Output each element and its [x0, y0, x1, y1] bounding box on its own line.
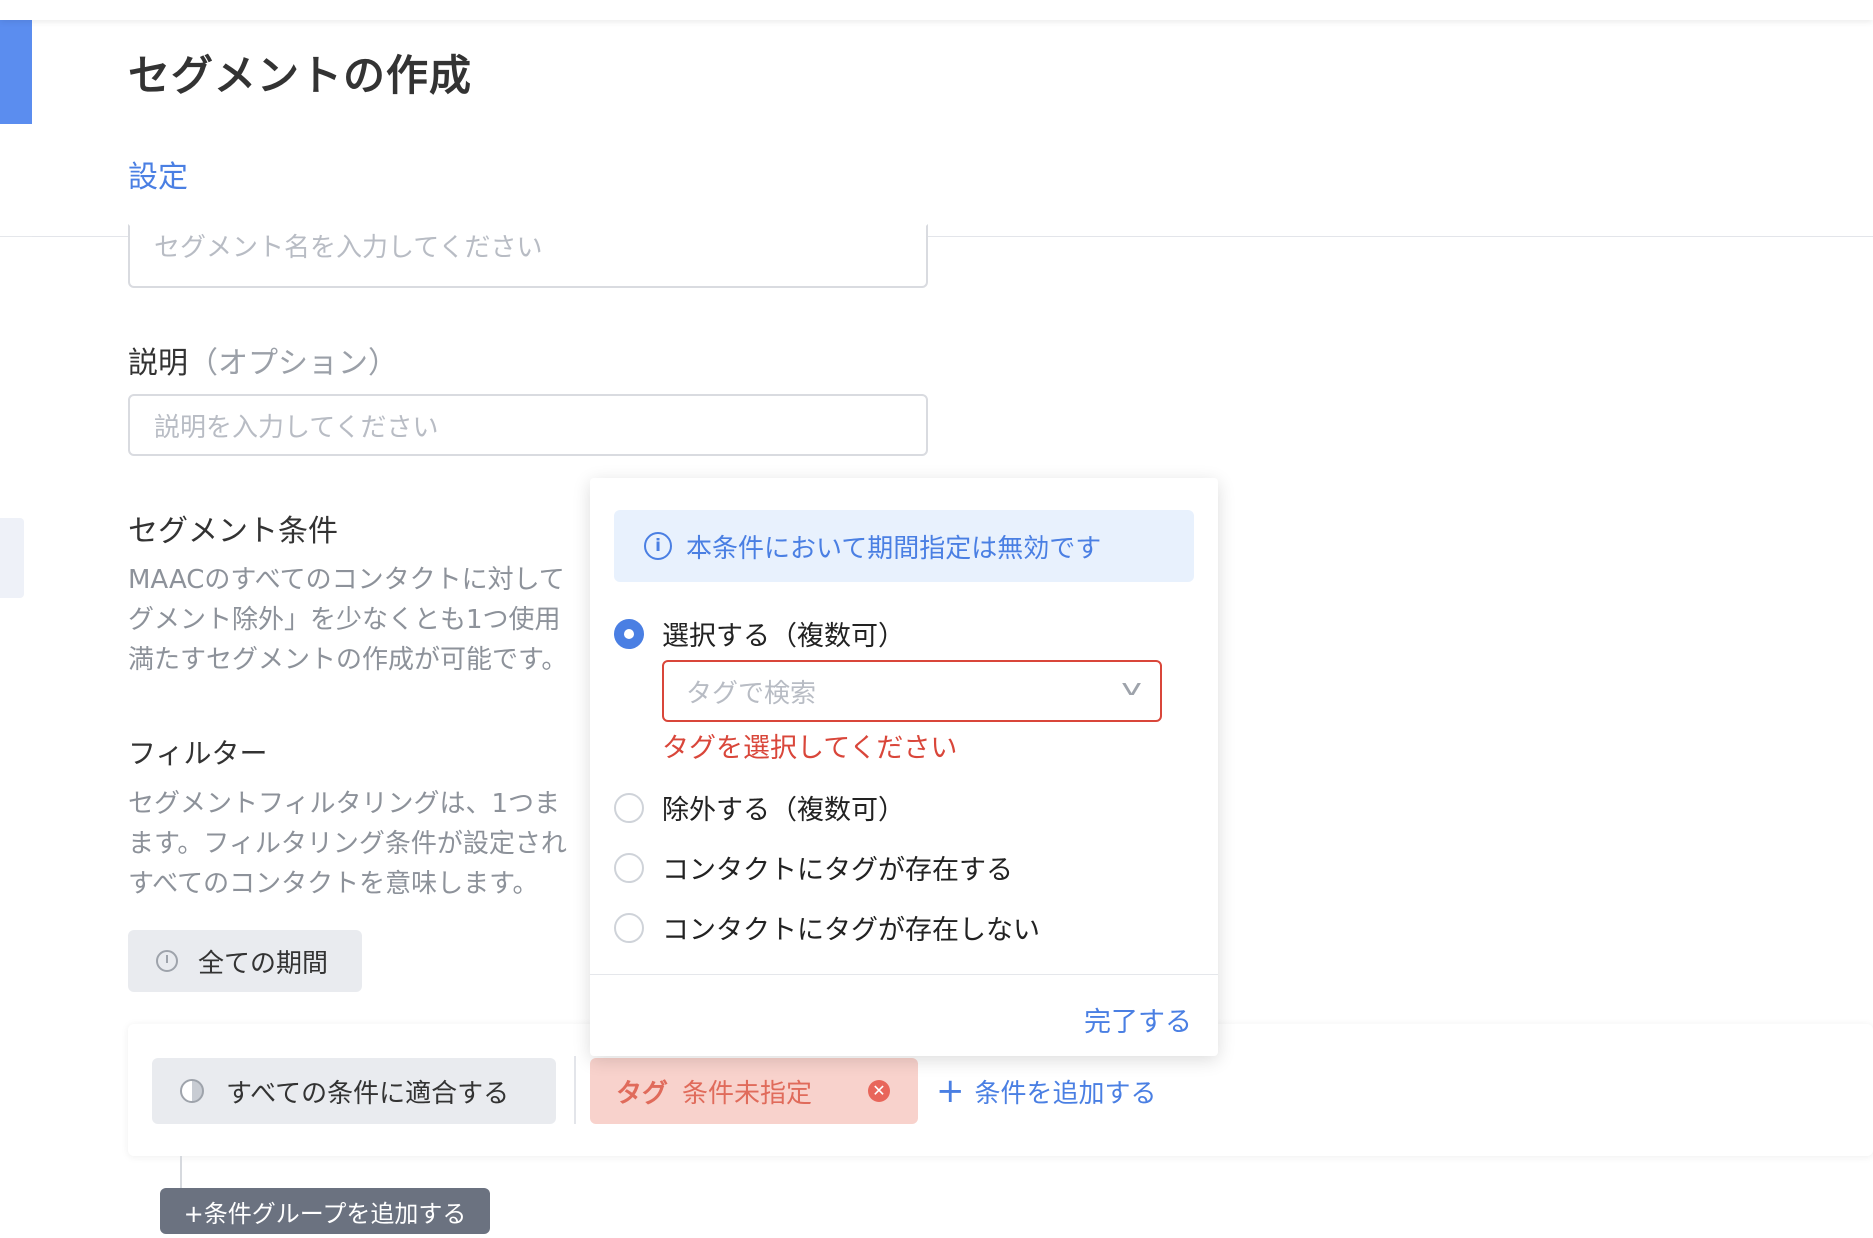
period-disabled-notice: i 本条件において期間指定は無効です — [614, 510, 1194, 582]
description-label: 説明（オプション） — [128, 338, 398, 382]
segment-name-input[interactable]: セグメント名を入力してください — [128, 224, 928, 288]
nav-tab[interactable] — [0, 518, 24, 598]
segment-name-placeholder: セグメント名を入力してください — [154, 233, 543, 263]
clock-icon — [156, 950, 178, 972]
chevron-down-icon: v — [1121, 676, 1142, 701]
tag-error-message: タグを選択してください — [662, 733, 958, 764]
tab-settings[interactable]: 設定 — [128, 152, 188, 196]
tag-search-placeholder: タグで検索 — [686, 678, 817, 709]
filter-desc-line: すべてのコンタクトを意味します。 — [128, 869, 539, 899]
top-bar — [0, 0, 1873, 20]
tag-search-select[interactable]: タグで検索 v — [662, 660, 1162, 722]
radio-option-select[interactable]: 選択する（複数可） — [614, 614, 905, 653]
description-input[interactable]: 説明を入力してください — [128, 394, 928, 456]
half-circle-icon — [180, 1079, 204, 1103]
radio-option-tag-not-exists[interactable]: コンタクトにタグが存在しない — [614, 908, 1040, 947]
description-placeholder: 説明を入力してください — [154, 412, 439, 443]
period-button-label: 全ての期間 — [198, 948, 329, 979]
radio-option-label: 除外する（複数可） — [662, 795, 905, 826]
left-nav-strip — [0, 0, 33, 1238]
add-condition-label: 条件を追加する — [974, 1078, 1157, 1109]
match-all-label: すべての条件に適合する — [226, 1078, 510, 1109]
info-icon: i — [644, 532, 672, 560]
notice-text: 本条件において期間指定は無効です — [686, 533, 1102, 564]
match-all-button[interactable]: すべての条件に適合する — [152, 1058, 556, 1124]
radio-option-exclude[interactable]: 除外する（複数可） — [614, 788, 905, 827]
tag-condition-chip[interactable]: タグ 条件未指定 ✕ — [590, 1058, 918, 1124]
filter-description: セグメントフィルタリングは、1つま ます。フィルタリング条件が設定され すべての… — [128, 784, 567, 904]
tag-chip-status: 条件未指定 — [682, 1078, 813, 1109]
plus-icon: + — [936, 1071, 965, 1111]
conditions-desc-line: MAACのすべてのコンタクトに対して — [128, 565, 565, 595]
done-button[interactable]: 完了する — [1084, 1000, 1192, 1039]
main-panel: セグメントの作成 設定 セグメント名を入力してください 説明（オプション） 説明… — [32, 0, 1873, 1238]
segment-conditions-description: MAACのすべてのコンタクトに対して グメント除外」を少なくとも1つ使用 満たす… — [128, 560, 567, 680]
radio-option-tag-exists[interactable]: コンタクトにタグが存在する — [614, 848, 1013, 887]
conditions-desc-line: 満たすセグメントの作成が可能です。 — [128, 645, 568, 675]
filter-desc-line: セグメントフィルタリングは、1つま — [128, 789, 561, 819]
add-condition-group-button[interactable]: +条件グループを追加する — [160, 1188, 490, 1234]
radio-selected-icon[interactable] — [614, 618, 644, 649]
popover-divider — [590, 974, 1218, 975]
filter-desc-line: ます。フィルタリング条件が設定され — [128, 829, 567, 859]
nav-divider — [0, 236, 32, 237]
radio-option-label: 選択する（複数可） — [662, 621, 905, 652]
tag-chip-label: タグ — [616, 1078, 669, 1109]
segment-conditions-title: セグメント条件 — [128, 514, 338, 549]
filter-title: フィルター — [128, 737, 268, 770]
tag-condition-popover: i 本条件において期間指定は無効です 選択する（複数可） タグで検索 v タグを… — [590, 478, 1218, 1056]
radio-unselected-icon[interactable] — [614, 912, 644, 943]
radio-option-label: コンタクトにタグが存在しない — [662, 915, 1040, 946]
page-title: セグメントの作成 — [128, 51, 473, 100]
remove-condition-icon[interactable]: ✕ — [868, 1080, 890, 1102]
description-optional: （オプション） — [188, 346, 398, 381]
radio-option-label: コンタクトにタグが存在する — [662, 855, 1013, 886]
add-condition-button[interactable]: + 条件を追加する — [936, 1058, 1157, 1124]
description-label-text: 説明 — [128, 346, 188, 381]
radio-unselected-icon[interactable] — [614, 852, 644, 883]
conditions-desc-line: グメント除外」を少なくとも1つ使用 — [128, 605, 561, 635]
radio-unselected-icon[interactable] — [614, 792, 644, 823]
period-button[interactable]: 全ての期間 — [128, 930, 362, 992]
condition-divider — [574, 1056, 576, 1124]
nav-active-indicator[interactable] — [0, 20, 32, 124]
